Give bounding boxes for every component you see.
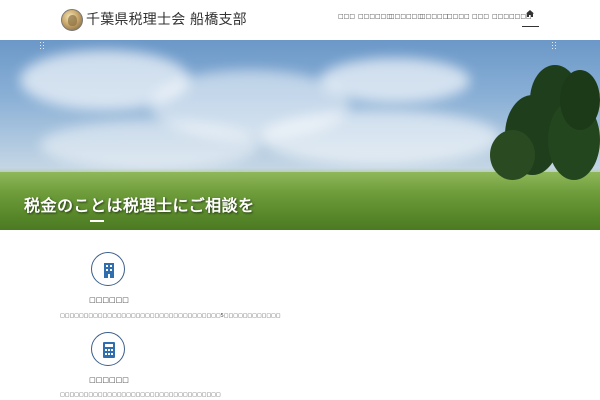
site-logo[interactable] [61, 9, 83, 31]
nav-item-2[interactable]: □□□□□□ [358, 11, 392, 27]
home-icon [526, 10, 534, 17]
nav-item-6[interactable]: □□□ [472, 11, 489, 27]
building-icon [104, 263, 114, 278]
hero-tagline: 税金のことは税理士にご相談を [24, 196, 255, 215]
site-title[interactable]: 千葉県税理士会 船橋支部 [86, 11, 247, 29]
feature-icon-circle[interactable] [91, 252, 125, 286]
site-header: 千葉県税理士会 船橋支部 □□□ □□□□□□ □□□□□□ □□□□□ □□□… [0, 0, 600, 40]
feature-card-1: □□□□□□ □□□□□□□□□□□□□□□□□□□□□□□□□□□□□□□□□… [60, 252, 281, 332]
nav-item-4[interactable]: □□□□□ [420, 11, 448, 27]
feature-description: □□□□□□□□□□□□□□□□□□□□□□□□□□□□□□□□□□ [60, 392, 221, 398]
nav-item-3[interactable]: □□□□□□ [389, 11, 423, 27]
feature-card-2: □□□□□□ □□□□□□□□□□□□□□□□□□□□□□□□□□□□□□□□□… [60, 332, 221, 400]
nav-item-1[interactable]: □□□ [338, 11, 355, 27]
feature-description: □□□□□□□□□□□□□□□□□□□□□□□□□□□□□□□□□□5□□□□□… [60, 313, 281, 319]
hero-slide-indicator[interactable] [90, 220, 104, 222]
calculator-icon [103, 342, 115, 358]
feature-title: □□□□□□ [89, 296, 129, 304]
nav-home[interactable] [522, 8, 539, 27]
feature-title: □□□□□□ [89, 376, 129, 384]
nav-item-5[interactable]: □□□□ [447, 11, 470, 27]
hero-banner: 税金のことは税理士にご相談を [0, 40, 600, 230]
feature-icon-circle[interactable] [91, 332, 125, 366]
